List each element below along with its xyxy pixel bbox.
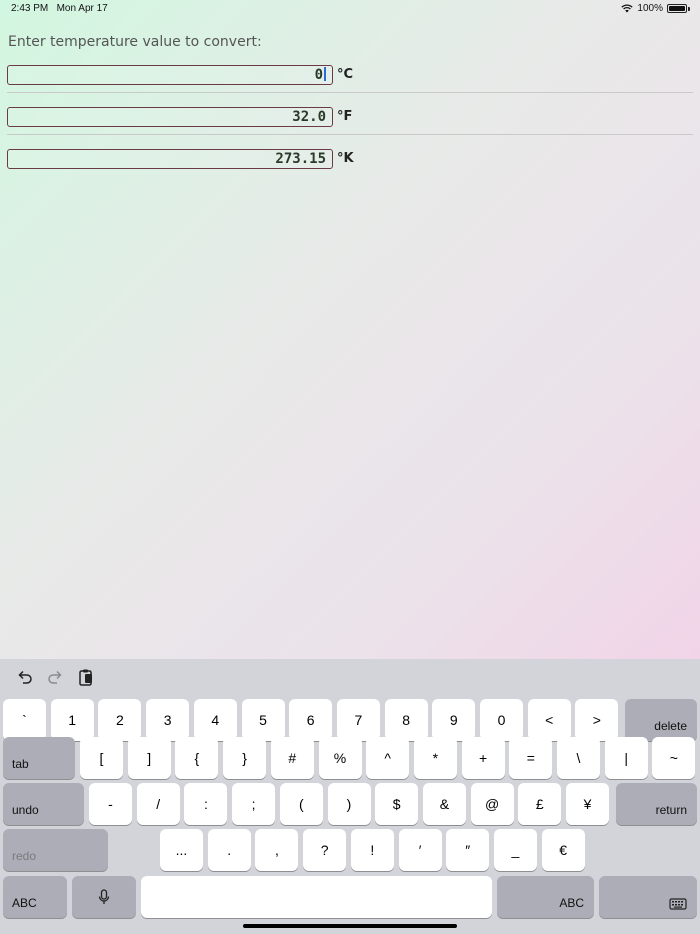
key[interactable]: # xyxy=(270,737,314,779)
wifi-icon xyxy=(621,4,634,13)
key[interactable]: { xyxy=(175,737,219,779)
space-bar[interactable] xyxy=(141,876,492,918)
microphone-icon xyxy=(98,889,110,904)
kelvin-unit: °K xyxy=(337,151,354,166)
key[interactable]: 5 xyxy=(241,699,285,741)
key[interactable]: 0 xyxy=(480,699,523,741)
status-bar: 2:43 PM Mon Apr 17 100% xyxy=(0,0,700,18)
key[interactable]: ) xyxy=(327,783,371,825)
battery-percent: 100% xyxy=(637,3,663,14)
key[interactable]: ] xyxy=(127,737,171,779)
celsius-input[interactable]: 0 xyxy=(7,65,333,85)
key[interactable]: % xyxy=(318,737,362,779)
key[interactable]: : xyxy=(184,783,228,825)
key[interactable]: * xyxy=(413,737,457,779)
text-caret xyxy=(324,67,326,81)
key[interactable]: € xyxy=(541,829,585,871)
keyboard: ` 1 2 3 4 5 6 7 8 9 0 < > delete tab[]{} #% ^ * + = \ | ~ undo -… xyxy=(0,659,700,934)
key[interactable]: 3 xyxy=(146,699,190,741)
key[interactable]: $ xyxy=(375,783,419,825)
key[interactable]: / xyxy=(136,783,180,825)
key[interactable]: 9 xyxy=(432,699,476,741)
key[interactable]: } xyxy=(223,737,267,779)
key[interactable]: ¥ xyxy=(566,783,609,825)
undo-icon[interactable] xyxy=(15,667,35,687)
return-key[interactable]: return xyxy=(616,783,697,825)
celsius-value-text: 0 xyxy=(314,67,323,83)
key[interactable]: . xyxy=(207,829,251,871)
key[interactable]: | xyxy=(604,737,648,779)
fahrenheit-input[interactable]: 32.0 xyxy=(7,107,333,127)
paste-icon[interactable] xyxy=(76,667,96,687)
key[interactable]: ( xyxy=(279,783,323,825)
kelvin-value: 273.15 xyxy=(275,151,326,167)
key[interactable]: ! xyxy=(350,829,394,871)
prompt-label: Enter temperature value to convert: xyxy=(8,34,262,50)
celsius-value: 0 xyxy=(315,67,326,83)
key[interactable]: _ xyxy=(493,829,537,871)
key[interactable]: ′ xyxy=(398,829,442,871)
tab-key[interactable]: tab xyxy=(3,737,75,779)
key[interactable]: @ xyxy=(470,783,514,825)
dismiss-keyboard-key[interactable] xyxy=(599,876,697,918)
key[interactable]: ? xyxy=(303,829,347,871)
key[interactable]: £ xyxy=(518,783,562,825)
key[interactable]: ; xyxy=(232,783,276,825)
status-right: 100% xyxy=(621,3,690,14)
key[interactable]: 7 xyxy=(336,699,380,741)
row-divider xyxy=(7,92,693,93)
abc-key-left[interactable]: ABC xyxy=(3,876,67,918)
abc-key-right[interactable]: ABC xyxy=(497,876,594,918)
redo-icon[interactable] xyxy=(45,667,65,687)
battery-tip xyxy=(688,6,690,11)
key[interactable]: < xyxy=(527,699,571,741)
key[interactable]: > xyxy=(575,699,619,741)
keyboard-dismiss-icon xyxy=(669,898,687,910)
key[interactable]: ~ xyxy=(652,737,696,779)
delete-key[interactable]: delete xyxy=(625,699,697,741)
status-date-text: Mon Apr 17 xyxy=(56,3,108,14)
key[interactable]: 8 xyxy=(384,699,428,741)
kelvin-input[interactable]: 273.15 xyxy=(7,149,333,169)
undo-key[interactable]: undo xyxy=(3,783,84,825)
key[interactable]: [ xyxy=(80,737,123,779)
key[interactable]: ^ xyxy=(366,737,410,779)
key[interactable]: ″ xyxy=(446,829,490,871)
celsius-row: 0 °C xyxy=(7,65,693,107)
key[interactable]: = xyxy=(509,737,553,779)
kelvin-row: 273.15 °K xyxy=(7,149,693,191)
key[interactable]: ` xyxy=(3,699,46,741)
key[interactable]: ... xyxy=(160,829,203,871)
status-time: 2:43 PM Mon Apr 17 xyxy=(11,3,108,14)
battery-icon xyxy=(667,4,687,13)
key[interactable]: \ xyxy=(557,737,600,779)
redo-key[interactable]: redo xyxy=(3,829,108,871)
key[interactable]: 2 xyxy=(98,699,142,741)
key[interactable]: - xyxy=(89,783,132,825)
home-indicator xyxy=(243,924,457,928)
celsius-unit: °C xyxy=(337,67,354,82)
key[interactable]: 6 xyxy=(289,699,333,741)
key[interactable]: + xyxy=(461,737,505,779)
status-time-text: 2:43 PM xyxy=(11,3,49,14)
fahrenheit-row: 32.0 °F xyxy=(7,107,693,149)
key[interactable]: 1 xyxy=(50,699,94,741)
row-divider xyxy=(7,134,693,135)
key[interactable]: & xyxy=(422,783,466,825)
fahrenheit-unit: °F xyxy=(337,109,353,124)
dictation-key[interactable] xyxy=(72,876,136,918)
fahrenheit-value: 32.0 xyxy=(292,109,326,125)
key[interactable]: 4 xyxy=(193,699,237,741)
key[interactable]: , xyxy=(255,829,299,871)
